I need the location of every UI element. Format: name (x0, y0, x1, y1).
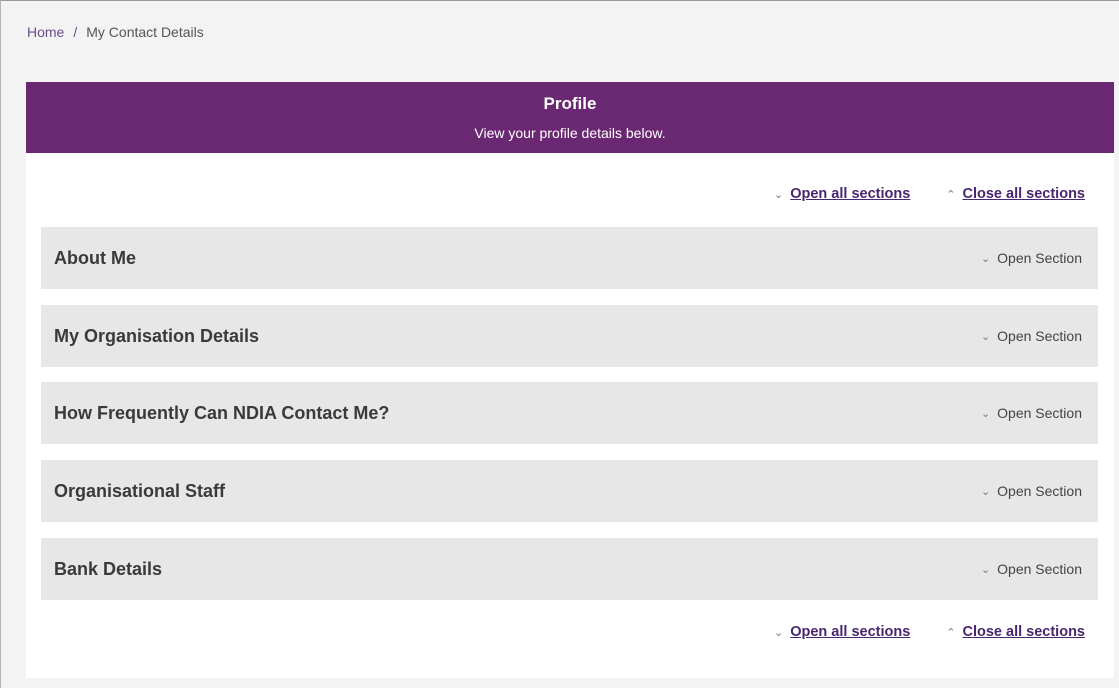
open-section-label: Open Section (997, 250, 1082, 266)
chevron-down-icon: ⌄ (980, 407, 991, 420)
section-title: About Me (54, 247, 136, 268)
open-section-button[interactable]: ⌄ Open Section (981, 483, 1082, 499)
breadcrumb-separator: / (73, 24, 78, 40)
breadcrumb-current: My Contact Details (86, 24, 204, 40)
profile-card: Profile View your profile details below.… (26, 82, 1114, 678)
open-section-button[interactable]: ⌄ Open Section (981, 250, 1082, 266)
section-title: How Frequently Can NDIA Contact Me? (54, 402, 390, 423)
section-about-me[interactable]: About Me ⌄ Open Section (41, 227, 1098, 289)
section-organisational-staff[interactable]: Organisational Staff ⌄ Open Section (41, 460, 1098, 522)
close-all-sections-label: Close all sections (962, 186, 1086, 202)
section-title: Bank Details (54, 558, 163, 579)
open-section-button[interactable]: ⌄ Open Section (981, 561, 1082, 577)
chevron-down-icon: ⌄ (980, 563, 991, 576)
breadcrumb-home-link[interactable]: Home (27, 24, 64, 40)
open-section-label: Open Section (997, 405, 1082, 421)
section-contact-frequency[interactable]: How Frequently Can NDIA Contact Me? ⌄ Op… (41, 382, 1098, 444)
open-section-button[interactable]: ⌄ Open Section (981, 328, 1082, 344)
section-controls-top: ⌄ Open all sections ⌃ Close all sections (774, 186, 1085, 202)
open-all-sections-button[interactable]: ⌄ Open all sections (774, 624, 910, 640)
close-all-sections-button[interactable]: ⌃ Close all sections (946, 186, 1085, 202)
open-section-label: Open Section (997, 328, 1082, 344)
section-my-organisation-details[interactable]: My Organisation Details ⌄ Open Section (41, 305, 1098, 367)
chevron-down-icon: ⌄ (980, 485, 991, 498)
open-section-label: Open Section (997, 483, 1082, 499)
profile-banner: Profile View your profile details below. (26, 82, 1114, 153)
open-section-button[interactable]: ⌄ Open Section (981, 405, 1082, 421)
section-title: Organisational Staff (54, 480, 226, 501)
section-controls-bottom: ⌄ Open all sections ⌃ Close all sections (774, 624, 1085, 640)
breadcrumb: Home / My Contact Details (27, 24, 204, 40)
page-subtitle: View your profile details below. (474, 125, 666, 141)
close-all-sections-button[interactable]: ⌃ Close all sections (946, 624, 1085, 640)
open-all-sections-button[interactable]: ⌄ Open all sections (774, 186, 910, 202)
chevron-up-icon: ⌃ (946, 188, 956, 201)
chevron-down-icon: ⌄ (980, 330, 991, 343)
page-frame: Home / My Contact Details Profile View y… (0, 0, 1119, 688)
chevron-down-icon: ⌄ (773, 626, 784, 639)
open-all-sections-label: Open all sections (790, 624, 911, 640)
chevron-down-icon: ⌄ (980, 252, 991, 265)
open-section-label: Open Section (997, 561, 1082, 577)
section-bank-details[interactable]: Bank Details ⌄ Open Section (41, 538, 1098, 600)
open-all-sections-label: Open all sections (790, 186, 911, 202)
chevron-down-icon: ⌄ (773, 188, 784, 201)
close-all-sections-label: Close all sections (962, 624, 1086, 640)
chevron-up-icon: ⌃ (946, 626, 956, 639)
page-title: Profile (543, 94, 597, 113)
section-title: My Organisation Details (54, 325, 260, 346)
